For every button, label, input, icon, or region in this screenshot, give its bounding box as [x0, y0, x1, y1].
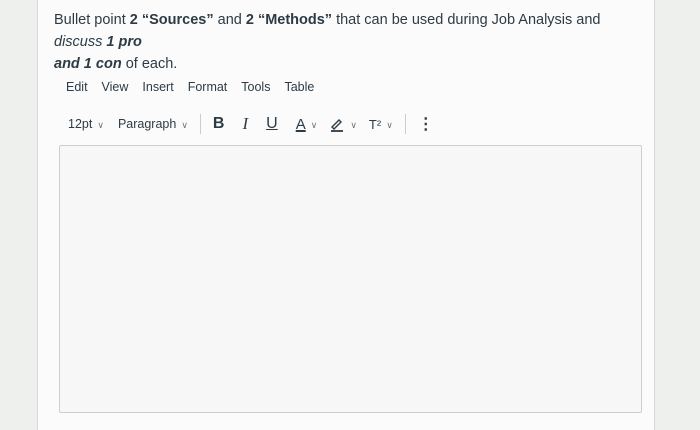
text-color-button[interactable]: A ∨ — [296, 116, 318, 133]
chevron-down-icon: ∨ — [386, 119, 393, 130]
question-text-part: of each. — [121, 56, 178, 72]
toolbar-divider — [199, 114, 201, 134]
chevron-down-icon: ∨ — [97, 119, 104, 130]
question-text-part: that can be used during Job Analysis and — [332, 12, 601, 28]
bold-button[interactable]: B — [213, 115, 225, 133]
highlight-color-button[interactable]: ∨ — [329, 116, 357, 132]
menu-tools[interactable]: Tools — [241, 80, 270, 100]
rich-text-editor-area[interactable] — [59, 145, 642, 413]
menu-edit[interactable]: Edit — [66, 80, 88, 100]
menu-insert[interactable]: Insert — [142, 80, 173, 100]
question-text-part: Bullet point — [54, 12, 130, 28]
block-format-select[interactable]: Paragraph ∨ — [118, 117, 188, 131]
menu-table[interactable]: Table — [284, 80, 314, 100]
text-color-icon: A — [295, 115, 306, 133]
chevron-down-icon: ∨ — [350, 119, 357, 130]
question-bold-pro: 1 pro — [106, 34, 142, 50]
highlighter-pen-icon — [331, 119, 344, 132]
question-bold-sources: 2 “Sources” — [129, 12, 214, 28]
menu-view[interactable]: View — [102, 80, 129, 100]
editor-toolbar: 12pt ∨ Paragraph ∨ B I U A ∨ ∨ T² ∨ ⋮ — [68, 113, 434, 135]
more-options-icon[interactable]: ⋮ — [418, 114, 434, 134]
underline-button[interactable]: U — [266, 115, 278, 133]
question-card: Bullet point 2 “Sources” and 2 “Methods”… — [37, 0, 655, 430]
menu-format[interactable]: Format — [188, 80, 228, 100]
question-text-part: and — [213, 12, 246, 28]
question-italic-discuss: discuss — [54, 34, 103, 50]
italic-button[interactable]: I — [242, 114, 248, 134]
font-size-select[interactable]: 12pt ∨ — [68, 117, 104, 131]
question-bold-methods: 2 “Methods” — [245, 12, 333, 28]
chevron-down-icon: ∨ — [310, 119, 318, 130]
editor-menubar: Edit View Insert Format Tools Table — [66, 80, 314, 100]
superscript-icon: T² — [368, 116, 382, 132]
question-bold-con: and 1 con — [54, 56, 122, 72]
toolbar-divider — [404, 114, 406, 134]
chevron-down-icon: ∨ — [181, 119, 188, 130]
font-size-value: 12pt — [68, 117, 93, 131]
superscript-button[interactable]: T² ∨ — [369, 117, 393, 132]
block-format-value: Paragraph — [117, 117, 177, 131]
question-text: Bullet point 2 “Sources” and 2 “Methods”… — [54, 9, 644, 75]
